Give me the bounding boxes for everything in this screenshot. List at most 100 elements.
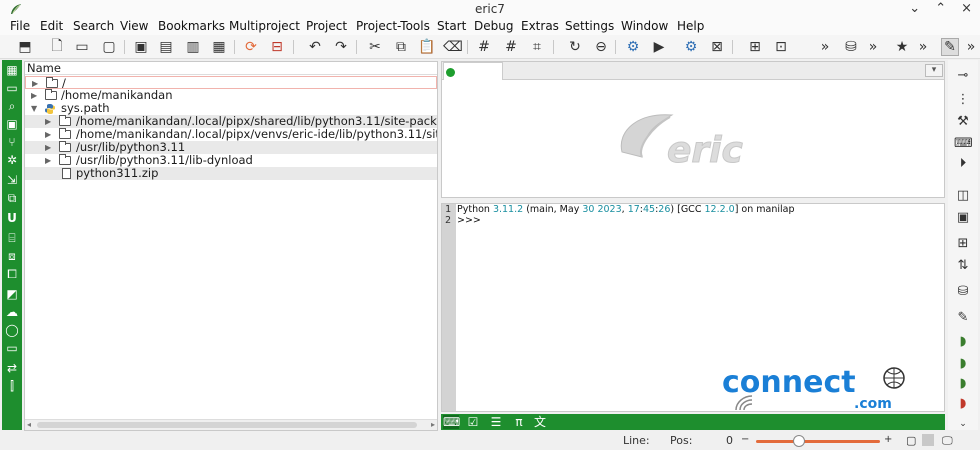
- tree-row-path[interactable]: ▶ /home/manikandan/.local/pipx/shared/li…: [25, 115, 437, 128]
- new-project-icon[interactable]: ⊞: [746, 38, 764, 56]
- debug-settings-icon[interactable]: ⊸: [954, 68, 972, 84]
- expand-arrow-icon[interactable]: ▶: [45, 115, 51, 128]
- expand-arrow-icon[interactable]: ▶: [45, 154, 51, 167]
- menu-view[interactable]: View: [120, 19, 148, 33]
- keyboard-icon[interactable]: ⌨: [954, 136, 973, 152]
- image-window-icon[interactable]: ▣: [954, 210, 972, 226]
- reload-icon[interactable]: ⟳: [242, 38, 260, 56]
- numbers-pi-icon[interactable]: π: [511, 415, 527, 429]
- debug-project-icon[interactable]: ⊠: [708, 38, 726, 56]
- open-project-icon[interactable]: ⊡: [772, 38, 790, 56]
- tree-row-sys-path[interactable]: ▼ sys.path: [25, 102, 437, 115]
- save-icon[interactable]: ▣: [132, 38, 150, 56]
- open-folder-icon[interactable]: ▭: [73, 38, 91, 56]
- conda-icon[interactable]: ☁: [4, 304, 20, 320]
- menu-window[interactable]: Window: [621, 19, 668, 33]
- pip-icon[interactable]: ⧠: [4, 266, 20, 282]
- plugin-manager-icon[interactable]: ◗: [954, 356, 972, 372]
- save-all-icon[interactable]: ▦: [210, 38, 228, 56]
- window-state-icon[interactable]: ▢: [906, 434, 916, 447]
- scroll-right-icon[interactable]: ▸: [431, 420, 435, 429]
- new-file-icon[interactable]: 🗋: [48, 38, 66, 56]
- tree-row-path[interactable]: ▶ /usr/lib/python3.11: [25, 141, 437, 154]
- python-shell[interactable]: 1 Python 3.11.2 (main, May 30 2023, 17:4…: [441, 203, 945, 412]
- tree-row-file[interactable]: python311.zip: [25, 167, 437, 180]
- swap-icon[interactable]: ⇅: [954, 258, 972, 274]
- minimize-button[interactable]: ⌄: [909, 1, 920, 16]
- debug-script-icon[interactable]: ⚙: [682, 38, 700, 56]
- edit-list-icon[interactable]: ✎: [954, 310, 972, 326]
- vcs-icon[interactable]: ⑂: [4, 134, 20, 150]
- uncomment-icon[interactable]: #: [502, 38, 520, 56]
- zoom-slider-handle[interactable]: [792, 435, 805, 447]
- project-viewer-icon[interactable]: ▦: [4, 62, 20, 78]
- run-project-icon[interactable]: ▶: [650, 38, 668, 56]
- debug-viewer-icon[interactable]: ✲: [4, 152, 20, 168]
- template-viewer-icon[interactable]: ⇲: [4, 172, 20, 188]
- menu-edit[interactable]: Edit: [40, 19, 63, 33]
- menu-search[interactable]: Search: [73, 19, 114, 33]
- toggle-comment-icon[interactable]: ⌗: [528, 38, 546, 56]
- chat-icon[interactable]: ▭: [4, 340, 20, 356]
- symbols-icon[interactable]: ⧉: [4, 190, 20, 206]
- menu-bookmarks[interactable]: Bookmarks: [158, 19, 225, 33]
- expand-arrow-icon[interactable]: ▶: [45, 128, 51, 141]
- tree-row-path[interactable]: ▶ /usr/lib/python3.11/lib-dynload: [25, 154, 437, 167]
- microphone-icon[interactable]: ⫿: [4, 378, 20, 394]
- copy-icon[interactable]: ⧉: [392, 38, 410, 56]
- project-structure-icon[interactable]: ⧈: [4, 248, 20, 264]
- menu-project-tools[interactable]: Project-Tools: [356, 19, 430, 33]
- toolbar-more-icon[interactable]: »: [914, 38, 932, 56]
- variables-icon[interactable]: ⋮: [954, 92, 972, 108]
- database-icon[interactable]: ⛁: [954, 284, 972, 300]
- monitor-icon[interactable]: 🖵: [942, 434, 953, 448]
- menu-extras[interactable]: Extras: [521, 19, 559, 33]
- stop-icon[interactable]: ⊖: [592, 38, 610, 56]
- browser-window-icon[interactable]: ◫: [954, 188, 972, 204]
- paste-icon[interactable]: 📋: [418, 38, 436, 56]
- toolbar-more-icon[interactable]: »: [816, 38, 834, 56]
- bookmark-star-icon[interactable]: ★: [893, 38, 911, 56]
- menu-project[interactable]: Project: [306, 19, 347, 33]
- maximize-button[interactable]: ⌃: [935, 1, 946, 16]
- close-button[interactable]: ×: [961, 1, 972, 16]
- file-browser-icon[interactable]: ▣: [4, 116, 20, 132]
- menu-settings[interactable]: Settings: [565, 19, 614, 33]
- name-column-header[interactable]: Name: [25, 62, 437, 75]
- find-icon[interactable]: ⌕: [4, 98, 20, 114]
- menu-file[interactable]: File: [10, 19, 30, 33]
- menu-help[interactable]: Help: [677, 19, 704, 33]
- comment-icon[interactable]: #: [475, 38, 493, 56]
- tree-row-path[interactable]: ▶ /home/manikandan/.local/pipx/venvs/eri…: [25, 128, 437, 141]
- tab-list-menu-icon[interactable]: ▾: [925, 64, 943, 77]
- horizontal-scrollbar[interactable]: ◂ ▸: [25, 419, 437, 430]
- sidebar-more-icon[interactable]: ⌄: [954, 416, 972, 432]
- new-window-icon[interactable]: ⬒: [16, 38, 34, 56]
- translator-icon[interactable]: 文: [532, 415, 548, 429]
- redo-icon[interactable]: ↷: [332, 38, 350, 56]
- layout-toggle-icon[interactable]: ✎: [941, 38, 959, 56]
- undo-icon[interactable]: ↶: [306, 38, 324, 56]
- python-env-icon[interactable]: ◩: [4, 286, 20, 302]
- plugin-install-icon[interactable]: ◗: [954, 376, 972, 392]
- task-viewer-icon[interactable]: ☰: [488, 415, 504, 429]
- open-recent-icon[interactable]: ▢: [100, 38, 118, 56]
- menu-start[interactable]: Start: [437, 19, 466, 33]
- multiproject-viewer-icon[interactable]: ▭: [4, 80, 20, 96]
- tab-untitled[interactable]: [443, 62, 503, 80]
- toolbar-more-icon[interactable]: »: [962, 38, 980, 56]
- collapse-arrow-icon[interactable]: ▼: [31, 102, 37, 115]
- refresh-icon[interactable]: ↻: [566, 38, 584, 56]
- cut-icon[interactable]: ✂: [366, 38, 384, 56]
- menu-debug[interactable]: Debug: [474, 19, 513, 33]
- network-icon[interactable]: ⇄: [4, 360, 20, 376]
- menu-multiproject[interactable]: Multiproject: [229, 19, 300, 33]
- plugin-uninstall-icon[interactable]: ◗: [954, 396, 972, 412]
- expand-arrow-icon[interactable]: ▶: [45, 141, 51, 154]
- code-tools-icon[interactable]: ⚒: [954, 114, 972, 130]
- zoom-in-icon[interactable]: +: [884, 434, 892, 445]
- save-as-icon[interactable]: ▤: [157, 38, 175, 56]
- expand-arrow-icon[interactable]: ▶: [31, 89, 37, 102]
- tree-row-home[interactable]: ▶ /home/manikandan: [25, 89, 437, 102]
- close-tab-icon[interactable]: ⊟: [268, 38, 286, 56]
